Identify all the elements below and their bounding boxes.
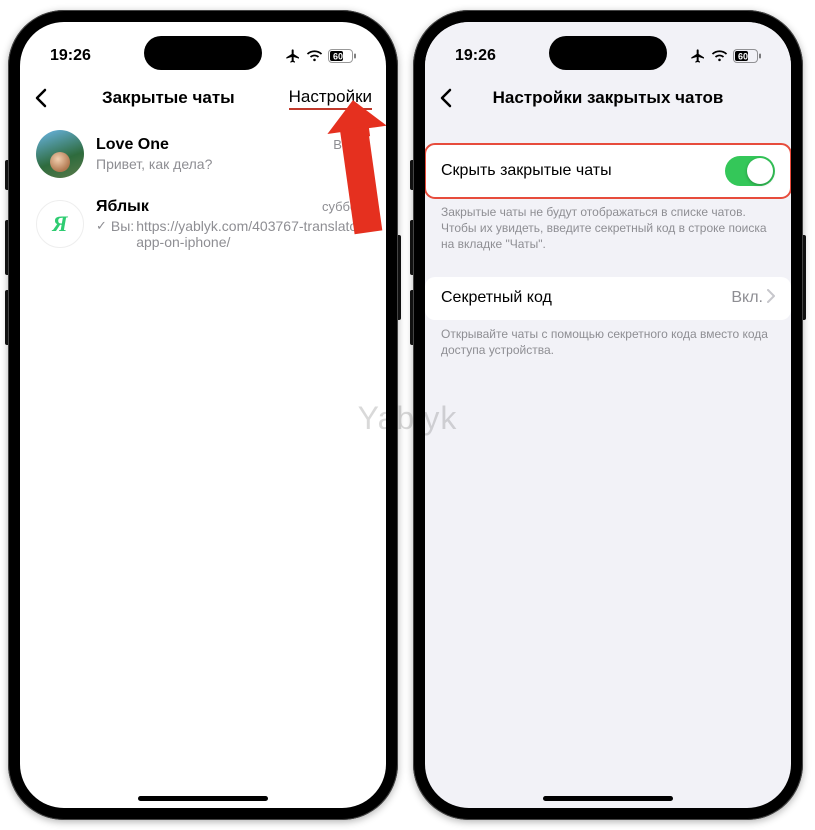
- chat-time: Вчера: [333, 137, 370, 152]
- svg-text:60: 60: [738, 52, 748, 62]
- chat-row[interactable]: Love One Вчера Привет, как дела?: [20, 120, 386, 188]
- chat-name: Love One: [96, 136, 169, 154]
- chevron-left-icon: [34, 88, 48, 108]
- secret-code-row[interactable]: Секретный код Вкл.: [425, 277, 791, 320]
- setting-label: Секретный код: [441, 289, 552, 307]
- home-indicator: [138, 796, 268, 801]
- avatar: Я: [36, 200, 84, 248]
- phone-frame-left: 19:26 60 Закрытые чаты Настройки Love On…: [8, 10, 398, 820]
- chat-list: Love One Вчера Привет, как дела? Я Яблык…: [20, 120, 386, 260]
- status-time: 19:26: [50, 47, 91, 65]
- home-indicator: [543, 796, 673, 801]
- airplane-icon: [285, 48, 301, 64]
- airplane-icon: [690, 48, 706, 64]
- chat-time: суббота: [322, 199, 370, 214]
- nav-bar: Настройки закрытых чатов: [425, 76, 791, 120]
- settings-link[interactable]: Настройки: [289, 87, 372, 110]
- setting-label: Скрыть закрытые чаты: [441, 162, 612, 180]
- status-indicators: 60: [690, 48, 761, 64]
- phone-frame-right: 19:26 60 Настройки закрытых чатов Скрыть…: [413, 10, 803, 820]
- wifi-icon: [306, 50, 323, 63]
- setting-value: Вкл.: [731, 289, 763, 307]
- nav-bar: Закрытые чаты Настройки: [20, 76, 386, 120]
- svg-text:60: 60: [333, 52, 343, 62]
- status-time: 19:26: [455, 47, 496, 65]
- setting-note: Открывайте чаты с помощью секретного код…: [425, 320, 791, 358]
- back-button[interactable]: [34, 88, 48, 108]
- hide-locked-chats-toggle[interactable]: [725, 156, 775, 186]
- page-title: Настройки закрытых чатов: [439, 88, 777, 108]
- chevron-right-icon: [767, 289, 775, 308]
- battery-icon: 60: [328, 49, 356, 63]
- setting-note: Закрытые чаты не будут отображаться в сп…: [425, 198, 791, 253]
- hide-locked-chats-row[interactable]: Скрыть закрытые чаты: [425, 144, 791, 198]
- setting-group-secret: Секретный код Вкл.: [425, 277, 791, 320]
- page-title: Закрытые чаты: [48, 88, 289, 108]
- battery-icon: 60: [733, 49, 761, 63]
- dynamic-island: [549, 36, 667, 70]
- chat-preview: ✓ Вы: https://yablyk.com/403767-translat…: [96, 218, 370, 250]
- chevron-left-icon: [439, 88, 453, 108]
- sent-check-icon: ✓: [96, 218, 107, 234]
- status-indicators: 60: [285, 48, 356, 64]
- chat-row[interactable]: Я Яблык суббота ✓ Вы: https://yablyk.com…: [20, 188, 386, 260]
- chat-name: Яблык: [96, 198, 149, 216]
- back-button[interactable]: [439, 88, 453, 108]
- setting-group-hide: Скрыть закрытые чаты: [425, 144, 791, 198]
- avatar: [36, 130, 84, 178]
- dynamic-island: [144, 36, 262, 70]
- chat-preview: Привет, как дела?: [96, 156, 370, 172]
- wifi-icon: [711, 50, 728, 63]
